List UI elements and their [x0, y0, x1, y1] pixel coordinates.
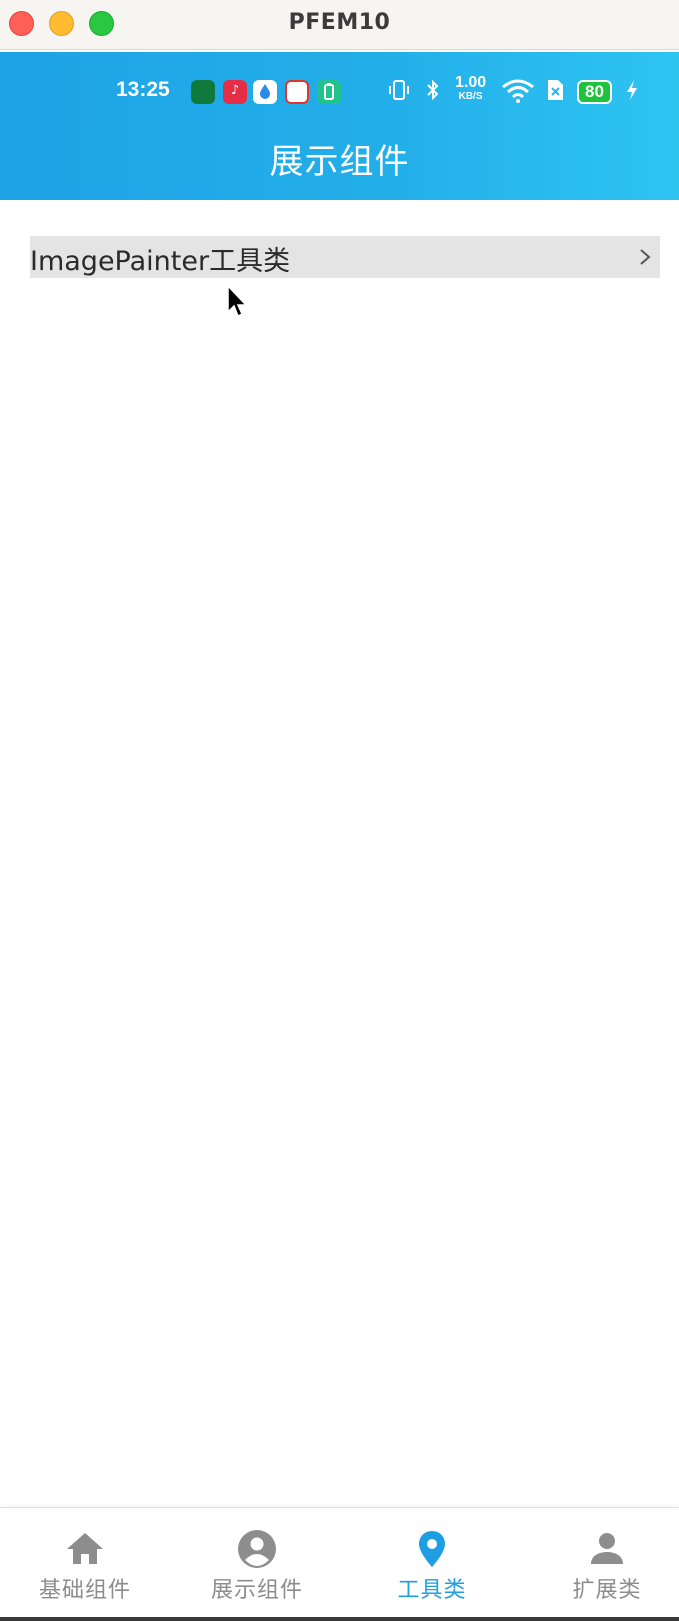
status-app-icon	[191, 80, 215, 104]
battery-indicator: 80	[577, 80, 612, 104]
tab-label: 基础组件	[38, 1578, 131, 1603]
location-pin-icon	[419, 1531, 445, 1567]
window-bottom-edge	[0, 1617, 679, 1621]
tab-label: 展示组件	[210, 1578, 303, 1603]
network-speed-unit: KB/S	[458, 91, 483, 102]
app-header: 13:25 ♪ 1.00 KB/S 80 展示组件	[0, 52, 679, 200]
mouse-cursor-icon	[227, 284, 248, 318]
tab-label: 工具类	[397, 1578, 467, 1603]
list-item-label: ImagePainter工具类	[30, 246, 291, 277]
status-app-icon	[317, 80, 341, 104]
status-app-icon	[253, 80, 277, 104]
window-title: PFEM10	[288, 10, 391, 35]
sim-icon	[545, 78, 565, 107]
tab-label: 扩展类	[572, 1578, 642, 1603]
bluetooth-icon	[424, 78, 442, 107]
home-icon	[67, 1533, 103, 1564]
status-bar: 13:25 ♪ 1.00 KB/S 80	[0, 74, 679, 112]
music-icon: ♪	[230, 83, 240, 98]
status-app-icon	[285, 80, 309, 104]
status-app-icon: ♪	[223, 80, 247, 104]
wifi-icon	[501, 78, 535, 109]
person-icon	[591, 1533, 623, 1564]
drop-icon	[260, 84, 270, 99]
tab-display-components[interactable]: 展示组件	[172, 1508, 342, 1618]
tab-basic-components[interactable]: 基础组件	[0, 1508, 170, 1618]
tab-extensions[interactable]: 扩展类	[522, 1508, 679, 1618]
list-item-imagepainter[interactable]: ImagePainter工具类	[30, 236, 660, 278]
account-circle-icon	[238, 1530, 276, 1568]
page-title: 展示组件	[269, 142, 410, 182]
chevron-right-icon	[640, 249, 651, 265]
status-time: 13:25	[116, 78, 170, 101]
network-speed: 1.00 KB/S	[455, 74, 487, 104]
bottom-tab-bar: 基础组件 展示组件 工具类 扩展类	[0, 1507, 679, 1619]
network-speed-value: 1.00	[455, 74, 487, 91]
tab-tools[interactable]: 工具类	[347, 1508, 517, 1618]
charging-icon	[624, 78, 640, 107]
battery-saver-icon	[324, 83, 334, 100]
window-titlebar: PFEM10	[0, 0, 679, 50]
vibrate-icon	[388, 78, 410, 107]
